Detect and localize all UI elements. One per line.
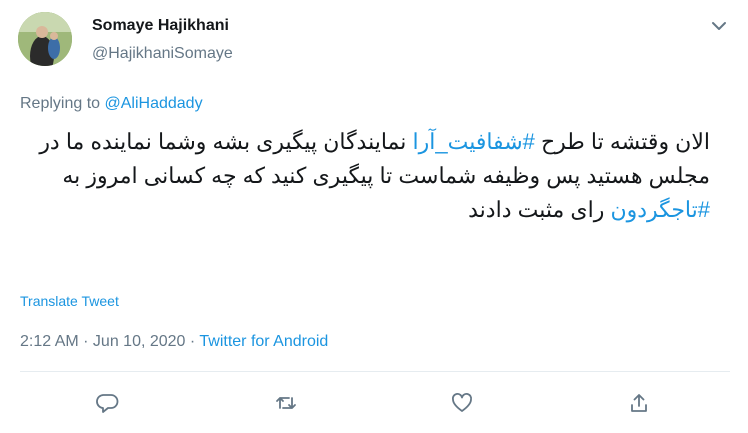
reply-button[interactable] (93, 388, 123, 418)
tweet-meta: 2:12 AM · Jun 10, 2020 · Twitter for And… (20, 333, 328, 351)
share-icon (631, 394, 647, 412)
hashtag-link-1[interactable]: #شفافیت_آرا (413, 129, 535, 154)
hashtag-link-2[interactable]: #تاجگردون (610, 197, 710, 222)
avatar-photo (18, 12, 72, 66)
chevron-down-icon (712, 22, 726, 30)
tweet-source-link[interactable]: Twitter for Android (199, 333, 328, 350)
tweet-text-part-3: رای مثبت دادند (468, 197, 611, 222)
author-handle[interactable]: @HajikhaniSomaye (92, 45, 233, 63)
heart-icon (452, 393, 472, 412)
replying-to-handle[interactable]: @AliHaddady (105, 95, 203, 112)
more-options-button[interactable] (708, 17, 730, 35)
tweet-text: الان وقتشه تا طرح #شفافیت_آرا نمایندگان … (20, 125, 710, 227)
tweet-text-part-1: الان وقتشه تا طرح (534, 129, 710, 154)
divider (20, 371, 730, 372)
tweet-timestamp[interactable]: 2:12 AM · Jun 10, 2020 · (20, 333, 199, 350)
retweet-button[interactable] (271, 388, 301, 418)
retweet-icon (276, 397, 296, 409)
tweet-actions (0, 388, 748, 418)
replying-to: Replying to @AliHaddady (20, 95, 203, 113)
like-button[interactable] (447, 388, 477, 418)
avatar[interactable] (18, 12, 72, 66)
reply-icon (96, 394, 119, 413)
author-name[interactable]: Somaye Hajikhani (92, 17, 229, 35)
share-button[interactable] (624, 388, 654, 418)
translate-tweet-link[interactable]: Translate Tweet (20, 293, 119, 309)
replying-to-label: Replying to (20, 95, 105, 112)
